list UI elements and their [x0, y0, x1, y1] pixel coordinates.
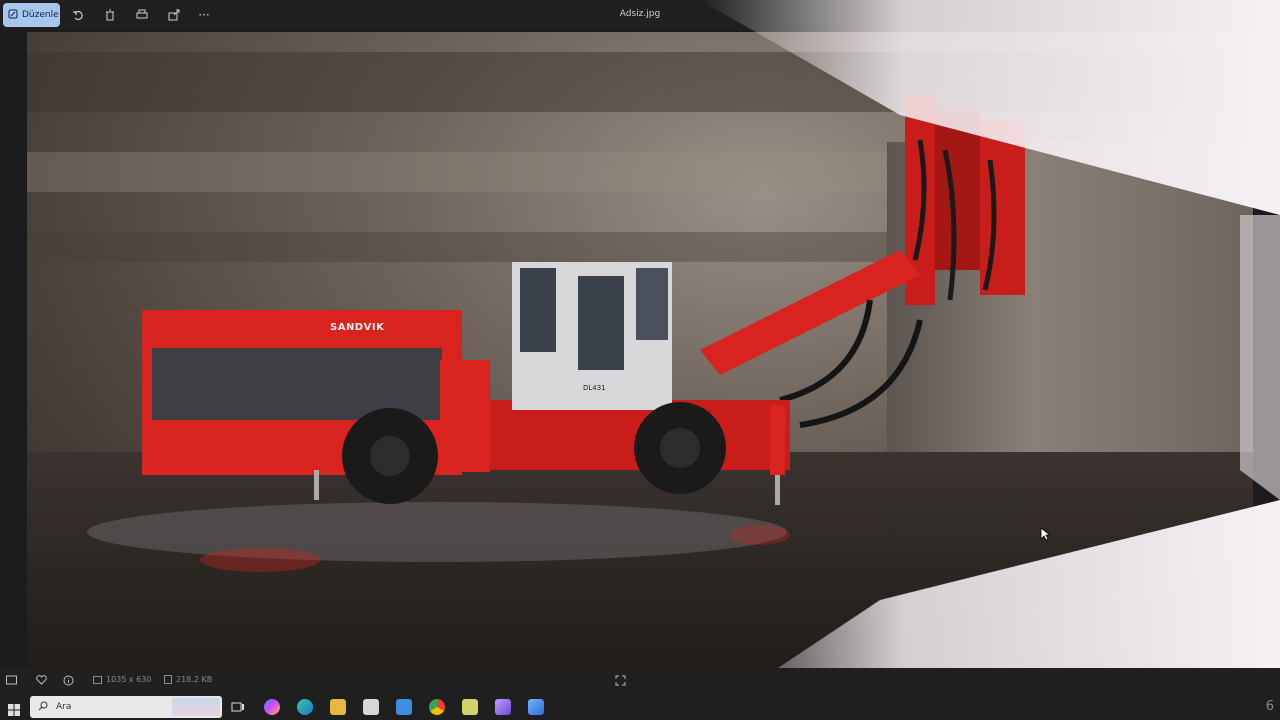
search-icon: [38, 701, 48, 714]
paint-icon[interactable]: [495, 699, 511, 715]
rig-brand-label: SANDVIK: [330, 322, 385, 333]
mail-icon[interactable]: [396, 699, 412, 715]
chrome-icon[interactable]: [429, 699, 445, 715]
copilot-icon[interactable]: [264, 699, 280, 715]
file-size: 218.2 KB: [164, 675, 212, 684]
photos-icon[interactable]: [528, 699, 544, 715]
mouse-cursor-icon: [1040, 527, 1050, 541]
heart-icon[interactable]: [36, 675, 47, 685]
page-number: 6: [1265, 699, 1274, 714]
taskbar: Ara: [0, 694, 1280, 720]
info-icon[interactable]: [63, 675, 74, 686]
file-icon: [164, 675, 172, 684]
filmstrip-icon[interactable]: [6, 675, 17, 685]
fit-to-window-icon[interactable]: [615, 675, 626, 686]
drill-rig: [142, 95, 1025, 572]
status-bar: 1035 x 630 218.2 KB: [0, 668, 1280, 694]
edge-icon[interactable]: [297, 699, 313, 715]
search-placeholder: Ara: [56, 702, 72, 712]
notes-icon[interactable]: [462, 699, 478, 715]
rig-model-label: DL431: [583, 384, 606, 392]
store-icon[interactable]: [363, 699, 379, 715]
taskbar-search[interactable]: Ara: [30, 696, 222, 718]
windows-start-icon[interactable]: [8, 701, 20, 720]
image-icon: [93, 675, 102, 684]
task-view-icon[interactable]: [230, 699, 246, 715]
search-highlight-image: [172, 698, 220, 716]
file-explorer-icon[interactable]: [330, 699, 346, 715]
image-dimensions: 1035 x 630: [93, 675, 151, 684]
